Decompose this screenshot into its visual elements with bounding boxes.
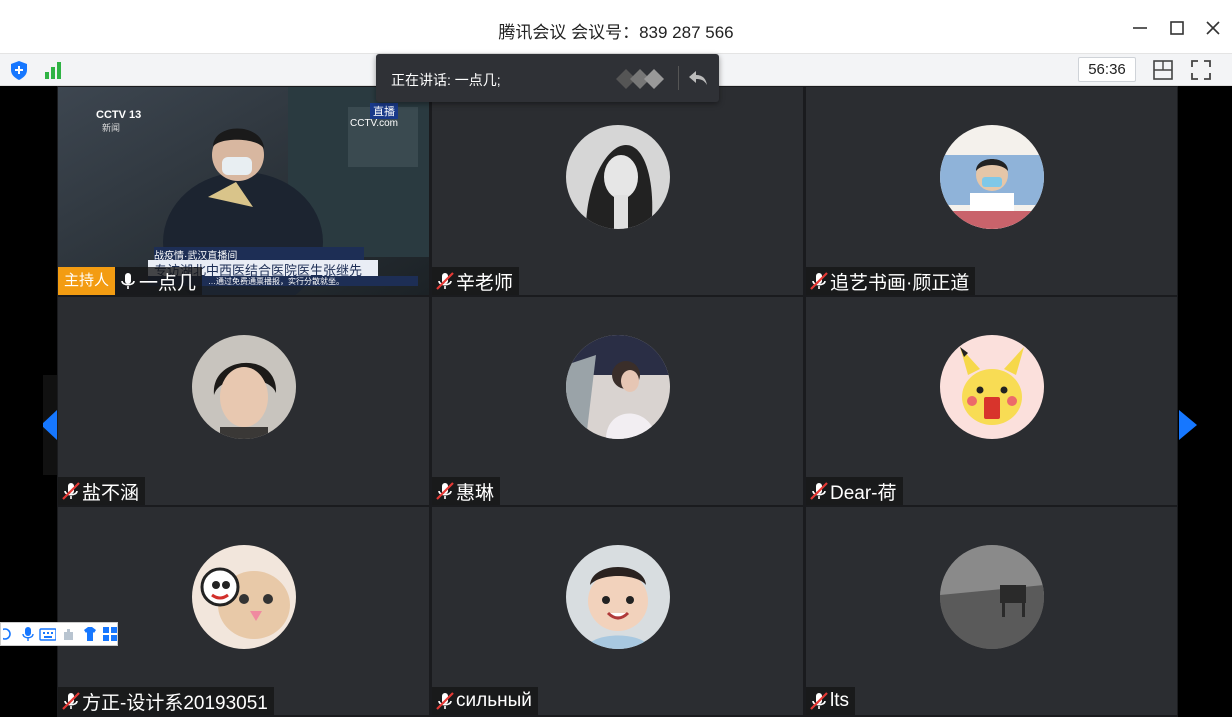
channel-subtitle: 新闻 bbox=[102, 123, 121, 133]
participant-tile[interactable]: 辛老师 bbox=[432, 87, 803, 295]
participant-tile[interactable]: сильный bbox=[432, 507, 803, 715]
mic-on-icon bbox=[121, 273, 135, 289]
participant-name: 方正-设计系20193051 bbox=[82, 692, 268, 714]
participant-tile[interactable]: 惠琳 bbox=[432, 297, 803, 505]
speaking-text: 正在讲话: 一点几; bbox=[391, 72, 501, 88]
participant-tile[interactable]: CCTV 13 新闻 直播 CCTV.com 战疫情·武汉直播间 专访湖北中西医… bbox=[58, 87, 429, 295]
avatar bbox=[940, 125, 1044, 229]
ime-mini-toolbar[interactable] bbox=[0, 622, 118, 646]
participant-tile[interactable]: 盐不涵 bbox=[58, 297, 429, 505]
participant-namebar: 辛老师 bbox=[432, 267, 520, 295]
participant-name: 辛老师 bbox=[456, 272, 514, 294]
participant-tile[interactable]: Dear-荷 bbox=[806, 297, 1177, 505]
participant-namebar: 主持人 一点几 bbox=[58, 267, 203, 295]
ime-logo-icon bbox=[3, 628, 11, 640]
avatar bbox=[566, 125, 670, 229]
maximize-icon bbox=[1170, 21, 1184, 35]
hand-gesture-icon bbox=[64, 629, 74, 640]
participant-name: lts bbox=[830, 690, 849, 711]
avatar bbox=[192, 545, 296, 649]
maximize-button[interactable] bbox=[1163, 14, 1191, 42]
participant-namebar: 惠琳 bbox=[432, 477, 501, 505]
skin-shirt-icon bbox=[84, 627, 97, 641]
participant-namebar: сильный bbox=[432, 687, 538, 715]
fullscreen-icon[interactable] bbox=[1190, 59, 1212, 81]
participant-name: Dear-荷 bbox=[830, 482, 897, 504]
participant-name: 盐不涵 bbox=[82, 482, 140, 504]
participant-tile[interactable]: lts bbox=[806, 507, 1177, 715]
avatar bbox=[192, 335, 296, 439]
meeting-timer: 56:36 bbox=[1078, 57, 1136, 82]
cctv-com-logo: CCTV.com bbox=[350, 118, 398, 129]
minimize-icon bbox=[1133, 27, 1147, 29]
video-ticker: …通过免费通票播报，实行分散就坐。 bbox=[208, 277, 344, 286]
host-badge: 主持人 bbox=[58, 267, 116, 295]
close-icon bbox=[1206, 21, 1220, 35]
participant-namebar: lts bbox=[806, 687, 855, 715]
prev-page-button[interactable] bbox=[41, 375, 57, 475]
close-button[interactable] bbox=[1199, 14, 1227, 42]
participant-name: 惠琳 bbox=[456, 482, 495, 504]
participant-grid: CCTV 13 新闻 直播 CCTV.com 战疫情·武汉直播间 专访湖北中西医… bbox=[57, 86, 1178, 717]
minimize-button[interactable] bbox=[1126, 14, 1154, 42]
mic-muted-icon bbox=[436, 272, 454, 290]
participant-namebar: 盐不涵 bbox=[58, 477, 146, 505]
layout-toggle-icon[interactable] bbox=[1152, 59, 1174, 81]
avatar bbox=[940, 335, 1044, 439]
mic-muted-icon bbox=[436, 482, 454, 500]
mic-muted-icon bbox=[436, 692, 454, 710]
avatar bbox=[566, 545, 670, 649]
keyboard-icon bbox=[39, 628, 57, 641]
microphone-icon bbox=[22, 627, 34, 641]
participant-namebar: Dear-荷 bbox=[806, 477, 903, 505]
mic-muted-icon bbox=[810, 482, 828, 500]
mic-muted-icon bbox=[810, 272, 828, 290]
participant-tile[interactable]: 追艺书画·顾正道 bbox=[806, 87, 1177, 295]
participant-name: сильный bbox=[456, 690, 532, 711]
participant-namebar: 方正-设计系20193051 bbox=[58, 687, 274, 715]
participant-tile[interactable]: 方正-设计系20193051 bbox=[58, 507, 429, 715]
security-shield-icon[interactable] bbox=[8, 59, 30, 81]
live-badge: 直播 bbox=[370, 103, 398, 119]
toolbox-grid-icon bbox=[102, 627, 117, 641]
title-bar: 腾讯会议 会议号：839 287 566 bbox=[0, 0, 1232, 54]
speaking-indicator: 正在讲话: 一点几; bbox=[376, 54, 719, 102]
participant-namebar: 追艺书画·顾正道 bbox=[806, 267, 976, 295]
channel-logo: CCTV 13 bbox=[96, 109, 142, 121]
window-title: 腾讯会议 会议号：839 287 566 bbox=[498, 23, 734, 42]
participant-name: 追艺书画·顾正道 bbox=[830, 272, 970, 294]
mic-muted-icon bbox=[810, 692, 828, 710]
network-signal-icon[interactable] bbox=[42, 59, 64, 81]
chevron-left-icon bbox=[41, 410, 57, 440]
mic-muted-icon bbox=[62, 692, 80, 710]
speaking-wave-icon bbox=[616, 69, 664, 89]
mic-muted-icon bbox=[62, 482, 80, 500]
participant-name: 一点几 bbox=[139, 272, 197, 294]
avatar bbox=[940, 545, 1044, 649]
reply-arrow-icon[interactable] bbox=[686, 67, 710, 89]
avatar bbox=[566, 335, 670, 439]
